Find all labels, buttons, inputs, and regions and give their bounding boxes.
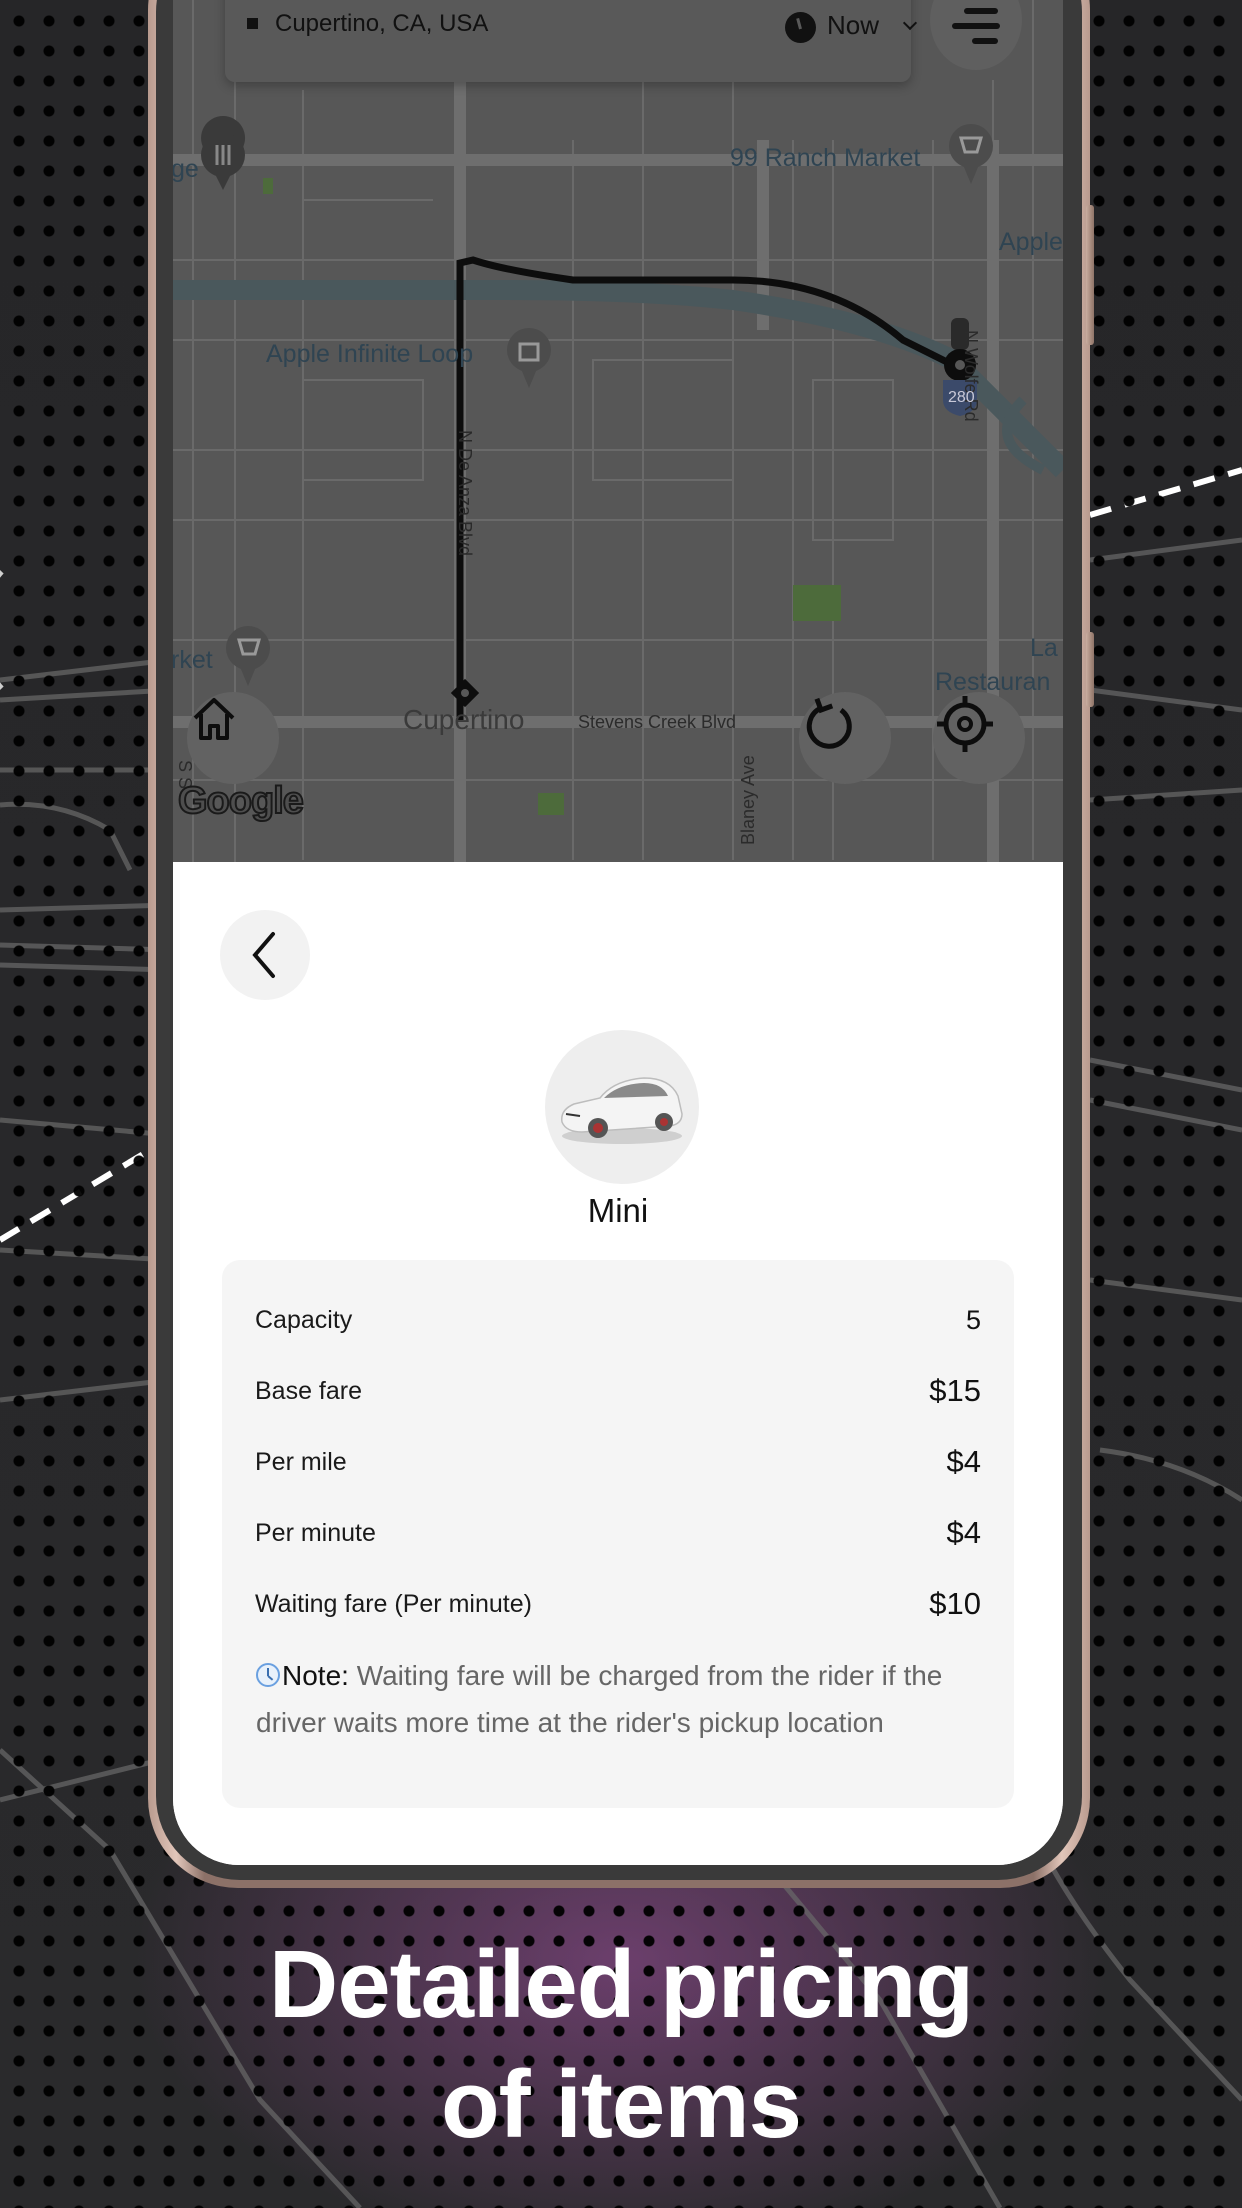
map-label-la: La	[1030, 634, 1058, 662]
pricing-label: Per minute	[255, 1518, 376, 1547]
map-label-280: 280	[948, 389, 975, 406]
locate-icon	[937, 696, 993, 752]
pricing-row-waiting-fare: Waiting fare (Per minute) $10	[255, 1579, 981, 1629]
map-label-blaney-ave: Blaney Ave	[738, 755, 758, 845]
restaurant-pin-icon	[201, 116, 246, 190]
shopping-bag-pin-icon	[507, 328, 551, 388]
pricing-value: $15	[929, 1373, 981, 1408]
headline-line-1: Detailed pricing	[268, 1931, 974, 2038]
pricing-value: $4	[946, 1444, 981, 1479]
map-view[interactable]: 99 Ranch Market ge Apple Apple Infinite …	[173, 0, 1063, 862]
vehicle-name: Mini	[587, 1192, 649, 1229]
vehicle-details-panel: Mini Capacity 5 Base fare $15 Per mile $…	[173, 862, 1063, 1865]
clock-icon	[785, 12, 816, 43]
pricing-label: Per mile	[255, 1447, 347, 1476]
time-selector[interactable]: Now	[827, 10, 879, 41]
phone-power-button	[1086, 632, 1094, 707]
refresh-button[interactable]	[799, 692, 891, 784]
menu-icon	[964, 8, 998, 14]
pricing-value: $4	[946, 1515, 981, 1550]
location-square-icon	[247, 18, 258, 29]
pricing-label: Capacity	[255, 1305, 353, 1334]
pricing-label: Waiting fare (Per minute)	[255, 1589, 532, 1618]
pricing-value: $10	[929, 1586, 981, 1621]
location-text: Cupertino, CA, USA	[275, 10, 489, 37]
refresh-icon	[806, 697, 852, 749]
map-label-apple: Apple	[999, 228, 1063, 256]
map-label-99-ranch-market: 99 Ranch Market	[730, 144, 921, 172]
google-logo: Google	[177, 779, 305, 823]
promo-headline: Detailed pricing of items	[0, 1925, 1242, 2165]
shopping-cart-pin-icon	[949, 124, 993, 184]
pricing-row-capacity: Capacity 5	[255, 1295, 981, 1345]
note-title: Note:	[282, 1660, 349, 1691]
note-text: Waiting fare will be charged from the ri…	[256, 1660, 943, 1738]
home-button[interactable]	[187, 692, 279, 784]
phone-volume-button	[1086, 205, 1094, 345]
pricing-card: Capacity 5 Base fare $15 Per mile $4 Per…	[222, 1260, 1014, 1808]
home-icon	[193, 698, 235, 740]
clock-icon	[256, 1663, 280, 1687]
locate-button[interactable]	[933, 692, 1025, 784]
map-label-stevens-creek-blvd: Stevens Creek Blvd	[578, 712, 737, 732]
chevron-left-icon	[252, 932, 275, 978]
map-label-ge: ge	[173, 155, 199, 183]
pricing-row-per-mile: Per mile $4	[255, 1437, 981, 1487]
back-button[interactable]	[220, 910, 310, 1000]
map-label-cupertino: Cupertino	[403, 704, 525, 735]
pricing-label: Base fare	[255, 1376, 363, 1405]
map-label-market: rket	[173, 646, 213, 674]
car-icon	[561, 1077, 683, 1144]
headline-line-2: of items	[440, 2051, 802, 2158]
app-screen: 99 Ranch Market ge Apple Apple Infinite …	[173, 0, 1063, 1865]
pricing-value: 5	[965, 1304, 981, 1335]
pricing-note: Note: Waiting fare will be charged from …	[256, 1652, 974, 1746]
map-label-apple-infinite-loop: Apple Infinite Loop	[266, 340, 474, 368]
location-bar[interactable]: Cupertino, CA, USA Now	[225, 0, 918, 82]
vehicle-image	[545, 1030, 699, 1184]
pricing-row-per-minute: Per minute $4	[255, 1508, 981, 1558]
map-label-n-de-anza-blvd: N De Anza Blvd	[455, 430, 475, 557]
pricing-row-base-fare: Base fare $15	[255, 1366, 981, 1416]
shopping-cart-pin-icon	[226, 626, 270, 686]
map-label-n-wolfe-rd: N Wolfe Rd	[961, 330, 981, 422]
